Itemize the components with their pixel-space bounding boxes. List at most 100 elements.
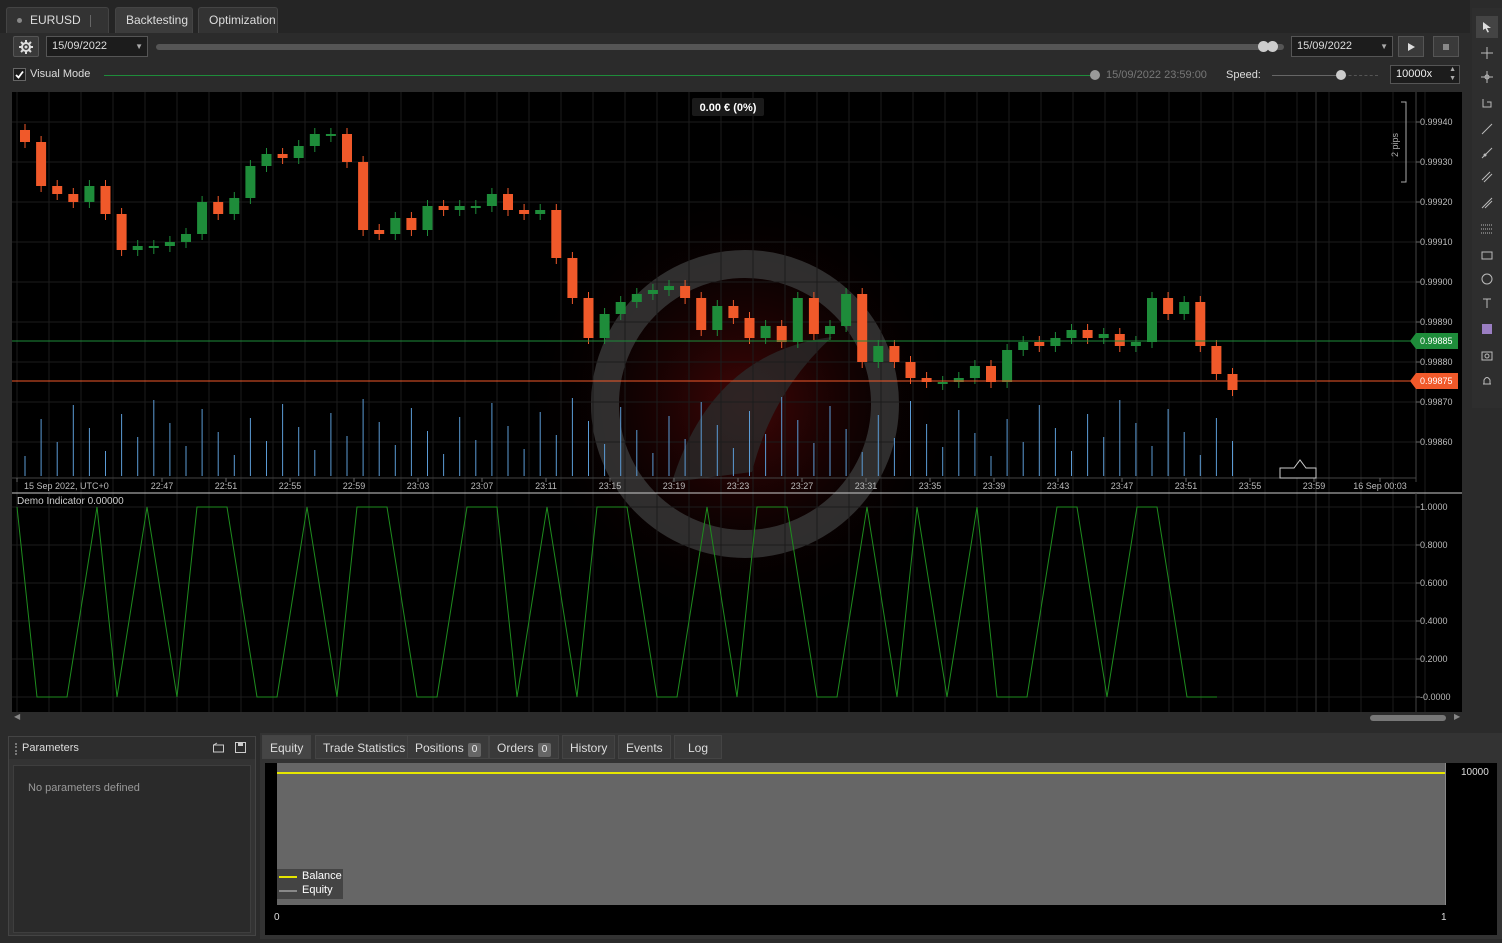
- end-date-picker[interactable]: 15/09/2022 ▼: [1291, 36, 1393, 57]
- fibonacci-tool[interactable]: [1476, 218, 1498, 240]
- save-button[interactable]: [235, 742, 246, 756]
- candle-body: [1179, 302, 1190, 314]
- speed-input[interactable]: 10000x ▲ ▼: [1390, 65, 1460, 84]
- time-tick-label: 23:51: [1175, 481, 1198, 491]
- candle-body: [744, 318, 755, 338]
- candle-body: [969, 366, 980, 378]
- play-button[interactable]: [1398, 36, 1424, 57]
- tab-backtesting-label: Backtesting: [126, 13, 189, 27]
- scrollbar-thumb[interactable]: [1370, 715, 1446, 721]
- tab-history[interactable]: History: [562, 735, 616, 759]
- time-tick-label: 23:15: [599, 481, 622, 491]
- indicator-tick-label: 1.0000: [1420, 502, 1448, 512]
- orders-count-badge: 0: [537, 743, 552, 757]
- tab-symbol[interactable]: EURUSD m1: [6, 7, 109, 51]
- tab-log[interactable]: Log: [674, 735, 722, 759]
- candle-body: [503, 194, 513, 210]
- text-tool[interactable]: [1476, 292, 1498, 314]
- rectangle-icon: [1481, 251, 1493, 260]
- candle-body: [1018, 342, 1029, 350]
- tab-equity[interactable]: Equity: [262, 735, 312, 759]
- tab-orders[interactable]: Orders 0: [489, 735, 560, 759]
- horizontal-scrollbar[interactable]: ◀ ▶: [12, 712, 1462, 725]
- candle-body: [374, 230, 385, 234]
- candle-body: [1066, 330, 1077, 338]
- start-date-picker[interactable]: 15/09/2022 ▼: [46, 36, 148, 57]
- symbol-label: EURUSD: [30, 13, 81, 27]
- candle-body: [728, 306, 739, 318]
- price-tick-label: 0.99940: [1420, 117, 1453, 127]
- visual-mode-checkbox[interactable]: [13, 68, 26, 81]
- tab-trade-statistics[interactable]: Trade Statistics: [315, 735, 414, 759]
- pitchfork-tool[interactable]: [1476, 192, 1498, 214]
- alert-tool[interactable]: [1476, 370, 1498, 392]
- measure-tool[interactable]: [1476, 92, 1498, 114]
- candle-body: [100, 186, 111, 214]
- no-parameters-text: No parameters defined: [28, 782, 140, 794]
- ellipse-tool[interactable]: [1476, 268, 1498, 290]
- stop-button[interactable]: [1433, 36, 1459, 57]
- candle-body: [615, 302, 626, 314]
- time-tick-label: 22:55: [279, 481, 302, 491]
- range-end-handle[interactable]: [1267, 41, 1278, 52]
- backtest-range-slider[interactable]: [156, 44, 1284, 50]
- visual-mode-row: Visual Mode 15/09/2022 23:59:00 Speed: 1…: [8, 61, 1470, 89]
- results-panel: Equity Trade Statistics Positions 0 Order…: [260, 733, 1502, 939]
- time-scroll-marker[interactable]: [1279, 459, 1317, 479]
- time-tick-label: 22:47: [151, 481, 174, 491]
- text-icon: [1483, 298, 1491, 308]
- channel-icon: [1481, 171, 1493, 183]
- candle-body: [486, 194, 497, 206]
- tab-equity-label: Equity: [270, 741, 304, 755]
- ray-tool[interactable]: [1476, 142, 1498, 164]
- time-tick-label: 23:11: [535, 481, 557, 491]
- candle-body: [52, 186, 63, 194]
- candle-body: [261, 154, 272, 166]
- time-tick-label: 23:27: [791, 481, 814, 491]
- candle-body: [760, 326, 771, 338]
- equity-chart[interactable]: 10000 Balance Equity 0 1: [265, 763, 1497, 935]
- candle-body: [986, 366, 996, 382]
- zoom-tool[interactable]: [1476, 66, 1498, 88]
- speed-slider-track[interactable]: [1272, 75, 1338, 76]
- speed-slider-handle[interactable]: [1336, 70, 1346, 80]
- tab-optimization[interactable]: Optimization: [198, 7, 278, 33]
- start-date-value: 15/09/2022: [52, 40, 108, 52]
- progress-handle[interactable]: [1090, 70, 1100, 80]
- candle-body: [1114, 334, 1125, 346]
- crosshair-tool[interactable]: [1476, 42, 1498, 64]
- open-folder-button[interactable]: [213, 742, 225, 756]
- equity-legend-label: Equity: [302, 884, 333, 896]
- stepper-icon: ▲ ▼: [1449, 66, 1456, 82]
- channel-tool[interactable]: [1476, 166, 1498, 188]
- indicator-tick-label: 0.4000: [1420, 616, 1448, 626]
- candle-body: [20, 130, 30, 142]
- equity-x-start: 0: [274, 912, 280, 923]
- equity-x-end: 1: [1441, 912, 1447, 923]
- tab-positions[interactable]: Positions 0: [407, 735, 490, 759]
- indicator-axis: 1.0000 0.8000 0.6000 0.4000 0.2000 -0.0000: [1416, 502, 1451, 702]
- crosshair-icon: [1481, 47, 1493, 59]
- drag-handle-icon[interactable]: [15, 743, 17, 755]
- candle-body: [390, 218, 401, 234]
- screenshot-tool[interactable]: [1476, 344, 1498, 366]
- price-tick-label: 0.99870: [1420, 397, 1453, 407]
- save-icon: [235, 742, 246, 753]
- price-chart[interactable]: 0.99940 0.99930 0.99920 0.99910 0.99900 0.998…: [12, 92, 1462, 712]
- scroll-right-icon[interactable]: ▶: [1454, 712, 1460, 721]
- time-tick-label: 23:19: [663, 481, 686, 491]
- settings-button[interactable]: [13, 36, 39, 57]
- candle-body: [696, 298, 707, 330]
- positions-count-badge: 0: [467, 743, 482, 757]
- scroll-left-icon[interactable]: ◀: [14, 712, 20, 721]
- cursor-tool[interactable]: [1476, 16, 1498, 38]
- tab-events[interactable]: Events: [618, 735, 671, 759]
- price-tick-label: 0.99880: [1420, 357, 1453, 367]
- rectangle-tool[interactable]: [1476, 244, 1498, 266]
- color-tool[interactable]: [1476, 318, 1498, 340]
- chart-area[interactable]: 0.99940 0.99930 0.99920 0.99910 0.99900 0.998…: [12, 92, 1462, 712]
- tab-backtesting[interactable]: Backtesting: [115, 7, 193, 33]
- candle-body: [84, 186, 95, 202]
- line-tool[interactable]: [1476, 118, 1498, 140]
- candle-body: [857, 294, 868, 362]
